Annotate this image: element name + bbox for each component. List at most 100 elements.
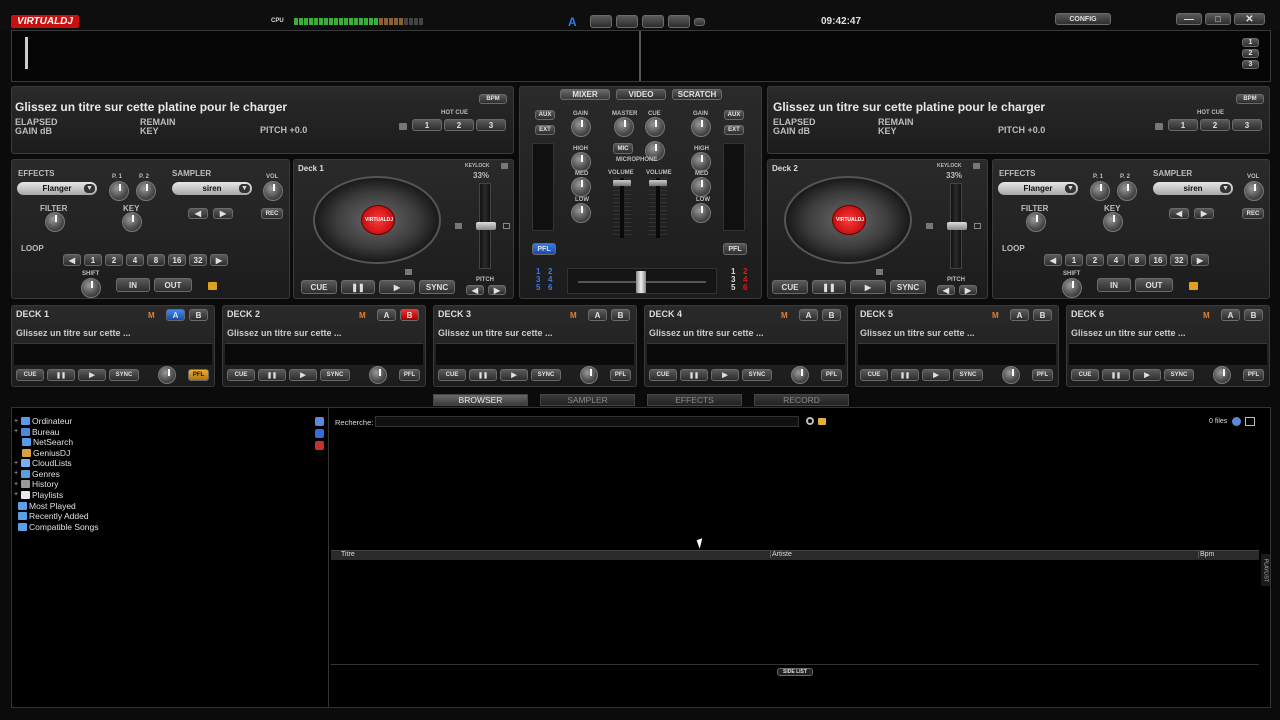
deck-slot-play[interactable]: ▶ [78,369,106,381]
left-low-knob[interactable] [571,203,591,223]
deck-slot-m[interactable]: M [1203,311,1210,320]
right-p1-knob[interactable] [1090,181,1110,201]
tree-item[interactable]: + CloudLists [14,458,72,468]
deck-slot-play[interactable]: ▶ [711,369,739,381]
deck-slot-b[interactable]: B [822,309,841,321]
deck-slot-sync[interactable]: SYNC [1164,369,1194,381]
layout-button-3[interactable] [642,15,664,28]
layout-button-2[interactable] [616,15,638,28]
right-loop-2[interactable]: 2 [1086,254,1104,266]
right-sample-select[interactable]: siren ▼ [1153,182,1233,195]
right-pitch-reset-icon[interactable] [974,223,981,229]
deck-slot-pause[interactable]: ❚❚ [47,369,75,381]
left-volume-thumb[interactable] [613,180,631,186]
left-loop-next[interactable]: ▶ [210,254,228,266]
tree-item[interactable]: + Playlists [14,490,63,500]
left-jog-wheel[interactable]: VIRTUALDJ [313,176,441,264]
right-wheel-lock-icon[interactable] [876,269,883,275]
left-high-knob[interactable] [571,152,591,172]
deck-slot-pfl[interactable]: PFL [1243,369,1264,381]
right-ext-button[interactable]: EXT [724,125,744,135]
right-high-knob[interactable] [691,152,711,172]
left-deck-numbers[interactable]: 1 2 3 4 5 6 [536,268,560,292]
tree-item[interactable]: + Genres [14,469,60,479]
mixer-tabs[interactable]: MIXER VIDEO SCRATCH [560,89,722,100]
left-pitch-thumb[interactable] [476,222,496,230]
right-loop-buttons[interactable]: ◀ 1 2 4 8 16 32 ▶ [1044,254,1209,266]
tab-browser[interactable]: BROWSER [433,394,528,406]
right-keylock-icon[interactable] [973,163,980,169]
deck-slot-volume-knob[interactable] [369,366,387,384]
tree-item[interactable]: Most Played [18,501,76,511]
right-sampler-prev[interactable]: ◀ [1169,208,1189,219]
left-loop-in[interactable]: IN [116,278,150,292]
right-hotcues[interactable]: 1 2 3 [1168,119,1262,131]
maximize-button[interactable]: □ [1205,13,1231,25]
deck-slot-b[interactable]: B [611,309,630,321]
right-sampler-next[interactable]: ▶ [1194,208,1214,219]
tree-item[interactable]: Recently Added [18,511,89,521]
folder-icon[interactable] [818,418,826,425]
deck-slot-cue[interactable]: CUE [649,369,677,381]
tree-item[interactable]: + Ordinateur [14,416,72,426]
left-loop-8[interactable]: 8 [147,254,165,266]
expand-icon[interactable]: + [14,470,19,477]
tree-item[interactable]: GeniusDJ [22,448,70,458]
left-deck-pause[interactable]: ❚❚ [341,280,375,294]
left-p1-knob[interactable] [109,181,129,201]
deck-slot-a[interactable]: A [1221,309,1240,321]
deck-slot-b[interactable]: B [1244,309,1263,321]
left-shift-knob[interactable] [81,278,101,298]
right-loop-1[interactable]: 1 [1065,254,1083,266]
right-p2-knob[interactable] [1117,181,1137,201]
deck-slot-pause[interactable]: ❚❚ [680,369,708,381]
deck-slot-a[interactable]: A [166,309,185,321]
deck-slot-pfl[interactable]: PFL [1032,369,1053,381]
right-loop-in[interactable]: IN [1097,278,1131,292]
left-deck-num-6[interactable]: 6 [548,284,560,292]
deck-slot-cue[interactable]: CUE [227,369,255,381]
deck-slot-m[interactable]: M [992,311,999,320]
deck-slot-waveform[interactable] [225,343,423,365]
right-deck-play[interactable]: ▶ [850,280,886,294]
playlist-side-tab[interactable]: PLAYLIST [1261,554,1270,586]
remove-folder-icon[interactable] [315,441,324,450]
search-icon[interactable] [806,417,814,425]
tab-mixer[interactable]: MIXER [560,89,610,100]
deck-selector[interactable]: 1 2 3 [1242,38,1259,69]
left-pitch-up[interactable]: ▶ [488,285,506,295]
layout-buttons[interactable] [590,15,705,28]
left-effect-select[interactable]: Flanger ▼ [17,182,97,195]
file-list[interactable] [331,560,1259,665]
left-bpm-button[interactable]: BPM [479,94,507,104]
left-gain-knob[interactable] [571,117,591,137]
right-volume-fader[interactable] [649,178,667,238]
right-deck-numbers[interactable]: 1 2 3 4 5 6 [731,268,755,292]
right-loop-out[interactable]: OUT [1135,278,1173,292]
tree-toolbar[interactable] [315,417,324,450]
left-hotcue-3[interactable]: 3 [476,119,506,131]
list-options-icon[interactable] [1245,417,1255,426]
right-jog-wheel[interactable]: VIRTUALDJ [784,176,912,264]
tab-effects[interactable]: EFFECTS [647,394,742,406]
left-med-knob[interactable] [571,177,591,197]
deck-slot-pfl[interactable]: PFL [399,369,420,381]
right-deck-cue[interactable]: CUE [772,280,808,294]
left-pfl-button[interactable]: PFL [532,243,556,255]
left-loop-16[interactable]: 16 [168,254,186,266]
left-hotcues[interactable]: 1 2 3 [412,119,506,131]
add-filter-icon[interactable] [315,429,324,438]
right-vol-knob[interactable] [1244,181,1264,201]
deck-slot-cue[interactable]: CUE [860,369,888,381]
deck-slot-pause[interactable]: ❚❚ [1102,369,1130,381]
right-loop-32[interactable]: 32 [1170,254,1188,266]
layout-button-4[interactable] [668,15,690,28]
deck-slot-volume-knob[interactable] [1213,366,1231,384]
right-lock-icon[interactable] [1155,123,1163,130]
right-loop-prev[interactable]: ◀ [1044,254,1062,266]
deck-slot-cue[interactable]: CUE [438,369,466,381]
layout-button-1[interactable] [590,15,612,28]
left-key-knob[interactable] [122,212,142,232]
right-pitch-down[interactable]: ◀ [937,285,955,295]
left-loop-32[interactable]: 32 [189,254,207,266]
